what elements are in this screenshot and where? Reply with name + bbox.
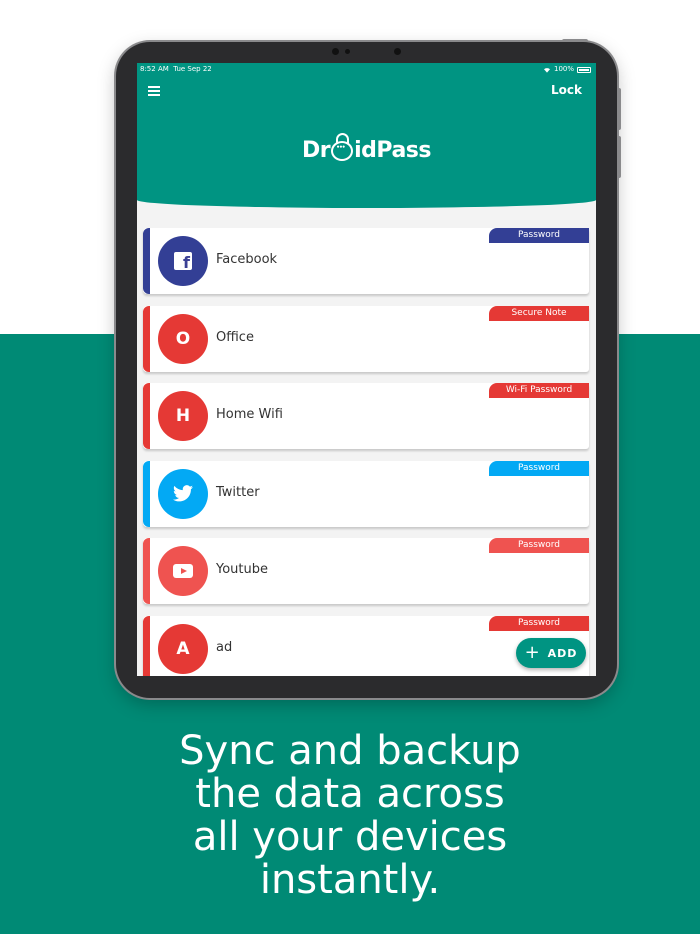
category-stripe: [143, 538, 150, 604]
logo-text-suffix: idPass: [354, 138, 431, 163]
entries-list: f Facebook Password O Office Secure Note…: [143, 228, 589, 676]
entry-title: Youtube: [216, 562, 268, 577]
status-time-date: 8:52 AM Tue Sep 22: [140, 63, 212, 76]
status-right: 100%: [543, 63, 591, 76]
camera-dot: [332, 48, 339, 55]
avatar: [158, 546, 208, 596]
list-item[interactable]: Youtube Password: [143, 538, 589, 604]
app-header: Lock Dr idPass: [137, 63, 596, 208]
list-item[interactable]: f Facebook Password: [143, 228, 589, 294]
avatar: [158, 468, 208, 519]
entry-title: Home Wifi: [216, 407, 283, 422]
list-item[interactable]: H Home Wifi Wi-Fi Password: [143, 383, 589, 449]
type-badge: Password: [489, 228, 589, 243]
logo-text-prefix: Dr: [302, 138, 331, 163]
type-badge: Password: [489, 538, 589, 553]
list-item[interactable]: Twitter Password: [143, 460, 589, 527]
top-button: [562, 39, 588, 42]
facebook-icon: f: [174, 252, 192, 270]
droidpass-logo: Dr idPass: [137, 133, 596, 163]
tagline: Sync and backup the data across all your…: [0, 730, 700, 902]
tagline-line: the data across: [195, 771, 505, 817]
tablet-frame: Lock Dr idPass 8:52 AM Tue Sep 22 100% f: [116, 39, 621, 698]
category-stripe: [143, 383, 150, 449]
status-time: 8:52 AM: [140, 65, 169, 73]
volume-up-button: [617, 88, 621, 130]
status-date: Tue Sep 22: [173, 65, 212, 73]
youtube-icon: [173, 564, 193, 578]
category-stripe: [143, 460, 150, 527]
lock-button[interactable]: Lock: [551, 83, 582, 97]
type-badge: Wi-Fi Password: [489, 383, 589, 398]
avatar: f: [158, 236, 208, 286]
app-screen: Lock Dr idPass 8:52 AM Tue Sep 22 100% f: [137, 63, 596, 676]
add-button[interactable]: + ADD: [516, 638, 586, 668]
tagline-line: Sync and backup: [179, 728, 521, 774]
entry-title: Office: [216, 329, 254, 345]
camera-lens: [394, 48, 401, 55]
wifi-icon: [543, 67, 550, 73]
camera-dot: [345, 49, 350, 54]
avatar: O: [158, 313, 208, 364]
category-stripe: [143, 228, 150, 294]
padlock-icon: [331, 133, 354, 161]
entry-title: Facebook: [216, 252, 278, 267]
hamburger-menu-icon[interactable]: [148, 86, 160, 96]
list-item[interactable]: O Office Secure Note: [143, 305, 589, 372]
tagline-line: instantly.: [259, 857, 441, 903]
battery-icon: [577, 66, 591, 73]
type-badge: Password: [489, 460, 589, 476]
volume-down-button: [617, 136, 621, 178]
category-stripe: [143, 305, 150, 372]
entry-title: ad: [216, 639, 233, 655]
entry-title: Twitter: [216, 484, 260, 500]
battery-percent: 100%: [553, 65, 574, 73]
status-bar: 8:52 AM Tue Sep 22 100%: [137, 63, 596, 76]
tagline-line: all your devices: [192, 814, 508, 860]
avatar: H: [158, 391, 208, 441]
plus-icon: +: [524, 642, 541, 663]
type-badge: Password: [489, 615, 589, 631]
category-stripe: [143, 615, 150, 676]
avatar: A: [158, 623, 208, 674]
type-badge: Secure Note: [489, 305, 589, 321]
add-button-label: ADD: [547, 646, 578, 660]
twitter-icon: [173, 485, 193, 502]
